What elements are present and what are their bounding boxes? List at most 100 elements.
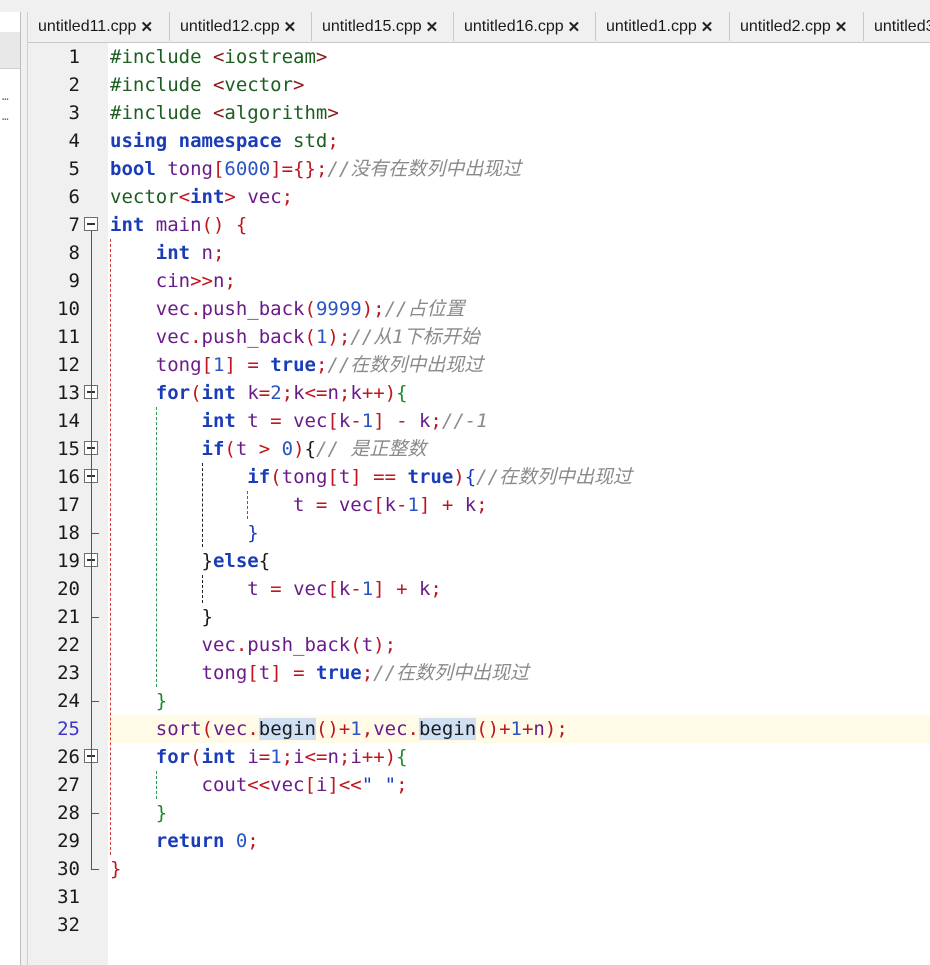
code-line[interactable]: 19 }else{: [28, 547, 930, 575]
code-cell[interactable]: }else{: [108, 547, 930, 575]
close-tab-icon[interactable]: ✕: [140, 18, 153, 36]
project-item-ellipsis[interactable]: …: [2, 90, 9, 103]
code-cell[interactable]: vec.push_back(9999);//占位置: [108, 295, 930, 323]
code-token: ()+: [476, 718, 511, 740]
code-line[interactable]: 29 return 0;: [28, 827, 930, 855]
line-number: 22: [57, 634, 80, 656]
close-tab-icon[interactable]: ✕: [568, 18, 581, 36]
tab-label: untitled11.cpp: [38, 17, 137, 35]
editor-tab[interactable]: untitled1.cpp ✕: [596, 12, 730, 41]
code-cell[interactable]: bool tong[6000]={};//没有在数列中出现过: [108, 155, 930, 183]
code-cell[interactable]: if(tong[t] == true){//在数列中出现过: [108, 463, 930, 491]
code-cell[interactable]: cin>>n;: [108, 267, 930, 295]
code-line[interactable]: 6 vector<int> vec;: [28, 183, 930, 211]
line-number: 8: [68, 242, 80, 264]
code-line[interactable]: 28 }: [28, 799, 930, 827]
code-line[interactable]: 1 #include <iostream>: [28, 43, 930, 71]
fold-end-marker: [91, 869, 99, 870]
code-cell[interactable]: int t = vec[k-1] - k;//-1: [108, 407, 930, 435]
code-line[interactable]: 13 for(int k=2;k<=n;k++){: [28, 379, 930, 407]
code-line[interactable]: 32: [28, 911, 930, 939]
code-line[interactable]: 2 #include <vector>: [28, 71, 930, 99]
project-pane[interactable]: … …: [0, 12, 21, 965]
code-cell[interactable]: [108, 911, 930, 939]
code-cell[interactable]: }: [108, 687, 930, 715]
code-cell[interactable]: }: [108, 603, 930, 631]
code-text: }: [110, 603, 213, 631]
code-editor[interactable]: 1 #include <iostream> 2 #include <vector> 3 #…: [28, 43, 930, 965]
editor-tab[interactable]: untitled11.cpp ✕: [28, 12, 170, 41]
code-line[interactable]: 25 sort(vec.begin()+1,vec.begin()+1+n);: [28, 715, 930, 743]
code-cell[interactable]: int n;: [108, 239, 930, 267]
code-cell[interactable]: vec.push_back(1);//从1下标开始: [108, 323, 930, 351]
tab-label: untitled3: [874, 17, 930, 35]
code-token: (: [201, 718, 213, 740]
code-line[interactable]: 31: [28, 883, 930, 911]
code-line[interactable]: 15 if(t > 0){// 是正整数: [28, 435, 930, 463]
code-line[interactable]: 26 for(int i=1;i<=n;i++){: [28, 743, 930, 771]
code-token: //占位置: [384, 298, 465, 320]
code-token: i: [350, 746, 362, 768]
editor-tab[interactable]: untitled3: [864, 12, 930, 41]
code-cell[interactable]: t = vec[k-1] + k;: [108, 491, 930, 519]
code-token: ;: [247, 830, 259, 852]
code-line[interactable]: 30}: [28, 855, 930, 883]
code-line[interactable]: 20 t = vec[k-1] + k;: [28, 575, 930, 603]
editor-tab[interactable]: untitled15.cpp ✕: [312, 12, 454, 41]
editor-tab-bar: untitled11.cpp ✕ untitled12.cpp ✕ untitled15…: [28, 12, 930, 43]
code-token: ] +: [418, 494, 465, 516]
code-token: <: [212, 74, 225, 96]
code-line[interactable]: 17 t = vec[k-1] + k;: [28, 491, 930, 519]
code-line[interactable]: 16 if(tong[t] == true){//在数列中出现过: [28, 463, 930, 491]
code-cell[interactable]: tong[t] = true;//在数列中出现过: [108, 659, 930, 687]
close-tab-icon[interactable]: ✕: [701, 18, 714, 36]
code-line[interactable]: 18 }: [28, 519, 930, 547]
code-line[interactable]: 24 }: [28, 687, 930, 715]
code-cell[interactable]: t = vec[k-1] + k;: [108, 575, 930, 603]
code-cell[interactable]: sort(vec.begin()+1,vec.begin()+1+n);: [108, 715, 930, 743]
close-tab-icon[interactable]: ✕: [835, 18, 848, 36]
code-cell[interactable]: vector<int> vec;: [108, 183, 930, 211]
editor-tab[interactable]: untitled2.cpp ✕: [730, 12, 864, 41]
code-cell[interactable]: }: [108, 799, 930, 827]
code-line[interactable]: 22 vec.push_back(t);: [28, 631, 930, 659]
code-line[interactable]: 4 using namespace std;: [28, 127, 930, 155]
code-cell[interactable]: #include <vector>: [108, 71, 930, 99]
code-cell[interactable]: vec.push_back(t);: [108, 631, 930, 659]
close-tab-icon[interactable]: ✕: [426, 18, 439, 36]
editor-tab[interactable]: untitled12.cpp ✕: [170, 12, 312, 41]
code-token: [: [373, 494, 385, 516]
code-line[interactable]: 11 vec.push_back(1);//从1下标开始: [28, 323, 930, 351]
code-cell[interactable]: cout<<vec[i]<<" ";: [108, 771, 930, 799]
code-cell[interactable]: for(int k=2;k<=n;k++){: [108, 379, 930, 407]
close-tab-icon[interactable]: ✕: [284, 18, 297, 36]
editor-tab[interactable]: untitled16.cpp ✕: [454, 12, 596, 41]
code-cell[interactable]: return 0;: [108, 827, 930, 855]
code-line[interactable]: 8 int n;: [28, 239, 930, 267]
code-line[interactable]: 14 int t = vec[k-1] - k;//-1: [28, 407, 930, 435]
code-cell[interactable]: tong[1] = true;//在数列中出现过: [108, 351, 930, 379]
code-cell[interactable]: [108, 883, 930, 911]
code-cell[interactable]: }: [108, 519, 930, 547]
project-item-ellipsis[interactable]: …: [2, 110, 9, 123]
code-cell[interactable]: #include <algorithm>: [108, 99, 930, 127]
code-line[interactable]: 9 cin>>n;: [28, 267, 930, 295]
code-cell[interactable]: }: [108, 855, 930, 883]
code-token: k: [247, 382, 259, 404]
code-cell[interactable]: for(int i=1;i<=n;i++){: [108, 743, 930, 771]
pane-splitter[interactable]: [21, 12, 28, 965]
fold-collapse-icon[interactable]: [84, 217, 98, 231]
code-line[interactable]: 10 vec.push_back(9999);//占位置: [28, 295, 930, 323]
code-line[interactable]: 3 #include <algorithm>: [28, 99, 930, 127]
code-line[interactable]: 27 cout<<vec[i]<<" ";: [28, 771, 930, 799]
code-cell[interactable]: if(t > 0){// 是正整数: [108, 435, 930, 463]
code-cell[interactable]: int main() {: [108, 211, 930, 239]
code-cell[interactable]: #include <iostream>: [108, 43, 930, 71]
code-line[interactable]: 12 tong[1] = true;//在数列中出现过: [28, 351, 930, 379]
code-line[interactable]: 7 int main() {: [28, 211, 930, 239]
code-line[interactable]: 23 tong[t] = true;//在数列中出现过: [28, 659, 930, 687]
code-line[interactable]: 5 bool tong[6000]={};//没有在数列中出现过: [28, 155, 930, 183]
code-line[interactable]: 21 }: [28, 603, 930, 631]
code-token: ;: [476, 494, 488, 516]
code-cell[interactable]: using namespace std;: [108, 127, 930, 155]
